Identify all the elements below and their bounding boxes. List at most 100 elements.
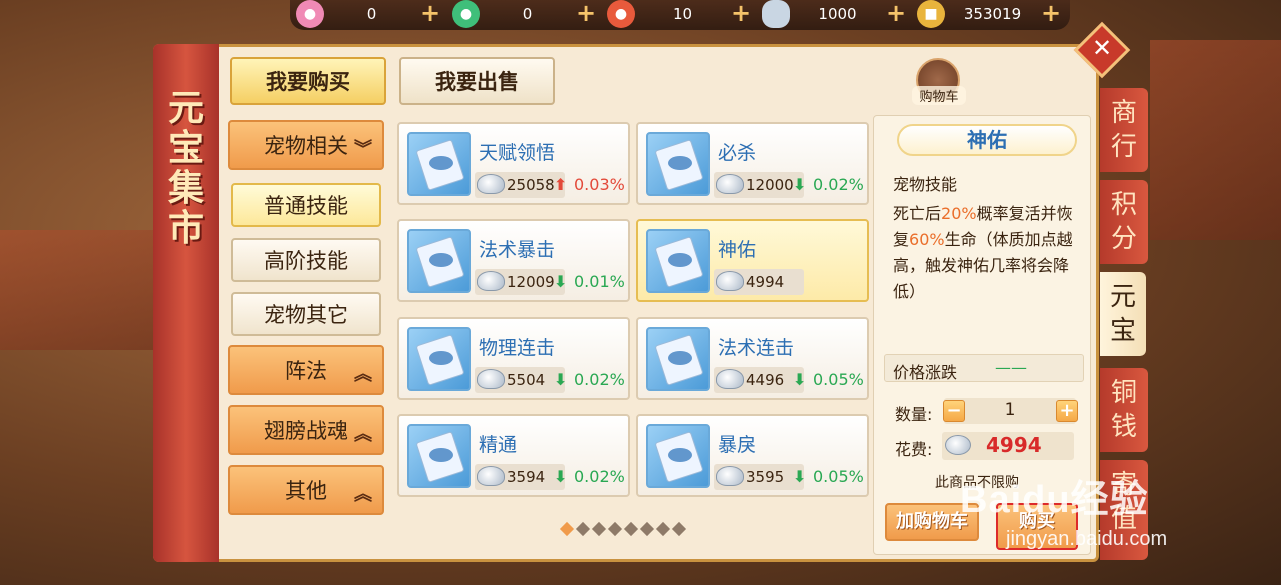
- price-trend-row: 价格涨跌 ——: [884, 354, 1084, 382]
- side-tab-copper[interactable]: 铜钱: [1100, 368, 1148, 452]
- item-price: 3594: [507, 468, 546, 486]
- price-trend-label: 价格涨跌: [893, 363, 958, 382]
- side-tab-yuanbao[interactable]: 元宝: [1100, 272, 1146, 356]
- category-label: 阵法: [285, 359, 327, 383]
- detail-description: 死亡后20%概率复活并恢复60%生命（体质加点越高，触发神佑几率将会降低）: [893, 204, 1073, 301]
- page-dot[interactable]: [639, 521, 655, 537]
- currency-value: 10: [672, 5, 693, 23]
- item-price: 4994: [746, 273, 785, 291]
- currency-pink: ● 0 +: [296, 0, 441, 28]
- category-pet[interactable]: 宠物相关 ︾: [228, 120, 384, 170]
- page-dot[interactable]: [623, 521, 639, 537]
- currency-value: 1000: [818, 5, 857, 23]
- cost-value: 4994: [986, 433, 1042, 457]
- item-card[interactable]: 法术连击 4496 ⬇ 0.05%: [636, 317, 869, 400]
- currency-red: ● 10 +: [607, 0, 752, 28]
- item-card[interactable]: 精通 3594 ⬇ 0.02%: [397, 414, 630, 497]
- add-currency-button[interactable]: +: [730, 1, 752, 25]
- price-trend-value: ——: [995, 358, 1027, 377]
- silver-ingot-icon: [477, 271, 505, 291]
- currency-gold: ■ 353019 +: [917, 0, 1062, 28]
- add-currency-button[interactable]: +: [1040, 1, 1062, 25]
- tab-buy[interactable]: 我要购买: [230, 57, 386, 105]
- pink-pet-coin-icon: ●: [296, 0, 324, 28]
- price-down-arrow-icon: ⬇: [793, 370, 807, 389]
- page-dot[interactable]: [671, 521, 687, 537]
- item-name: 物理连击: [479, 337, 556, 359]
- category-pet-other[interactable]: 宠物其它: [231, 292, 381, 336]
- category-advanced-skill[interactable]: 高阶技能: [231, 238, 381, 282]
- item-price: 5504: [507, 371, 546, 389]
- shopping-cart-label[interactable]: 购物车: [912, 86, 966, 105]
- page-dot[interactable]: [655, 521, 671, 537]
- price-change: 0.02%: [813, 175, 864, 194]
- page-dot[interactable]: [575, 521, 591, 537]
- category-other[interactable]: 其他 ︽: [228, 465, 384, 515]
- item-card[interactable]: 天赋领悟 25058 ⬆ 0.03%: [397, 122, 630, 205]
- price-down-arrow-icon: ⬇: [554, 467, 568, 486]
- close-icon[interactable]: ✕: [1090, 34, 1114, 62]
- price-up-arrow-icon: ⬆: [554, 175, 568, 194]
- item-name: 天赋领悟: [479, 142, 556, 164]
- category-normal-skill[interactable]: 普通技能: [231, 183, 381, 227]
- silver-ingot-icon: [945, 435, 971, 455]
- chevron-up-icon: ︽: [354, 364, 372, 385]
- skill-book-icon: [407, 424, 471, 488]
- category-label: 其他: [285, 479, 327, 503]
- quantity-decrease-button[interactable]: −: [943, 400, 965, 422]
- silver-ingot-icon: [477, 369, 505, 389]
- silver-ingot-icon: [716, 466, 744, 486]
- chevron-up-icon: ︽: [354, 424, 372, 445]
- page-dot[interactable]: [559, 521, 575, 537]
- page-indicator: [559, 521, 687, 537]
- silver-ingot-icon: [477, 174, 505, 194]
- currency-silver: 1000 +: [762, 0, 907, 28]
- price-down-arrow-icon: ⬇: [793, 467, 807, 486]
- item-name: 法术暴击: [479, 239, 556, 261]
- category-wings[interactable]: 翅膀战魂 ︽: [228, 405, 384, 455]
- silver-ingot-icon: [716, 271, 744, 291]
- item-name: 必杀: [718, 142, 757, 164]
- skill-book-icon: [646, 327, 710, 391]
- skill-book-icon: [646, 132, 710, 196]
- skill-book-icon: [407, 229, 471, 293]
- item-name: 暴戾: [718, 434, 757, 456]
- item-price: 12009: [507, 273, 555, 291]
- page-dot[interactable]: [607, 521, 623, 537]
- red-pet-coin-icon: ●: [607, 0, 635, 28]
- item-card[interactable]: 暴戾 3595 ⬇ 0.05%: [636, 414, 869, 497]
- category-label: 宠物相关: [264, 134, 348, 158]
- gold-coin-icon: ■: [917, 0, 945, 28]
- price-down-arrow-icon: ⬇: [793, 175, 807, 194]
- cost-label: 花费:: [895, 440, 933, 459]
- skill-book-icon: [646, 229, 710, 293]
- item-card[interactable]: 法术暴击 12009 ⬇ 0.01%: [397, 219, 630, 302]
- skill-book-icon: [407, 327, 471, 391]
- item-card[interactable]: 必杀 12000 ⬇ 0.02%: [636, 122, 869, 205]
- item-price: 25058: [507, 176, 555, 194]
- chevron-up-icon: ︽: [354, 484, 372, 505]
- watermark-url: jingyan.baidu.com: [1006, 528, 1168, 550]
- price-change: 0.03%: [574, 175, 625, 194]
- add-currency-button[interactable]: +: [575, 1, 597, 25]
- item-card[interactable]: 物理连击 5504 ⬇ 0.02%: [397, 317, 630, 400]
- item-price: 12000: [746, 176, 794, 194]
- side-tab-points[interactable]: 积分: [1100, 180, 1148, 264]
- page-dot[interactable]: [591, 521, 607, 537]
- category-label: 翅膀战魂: [264, 419, 348, 443]
- detail-title: 神佑: [897, 124, 1077, 156]
- background-roof: [0, 230, 160, 350]
- side-tab-trade[interactable]: 商行: [1100, 88, 1148, 172]
- quantity-value[interactable]: 1: [990, 400, 1030, 420]
- quantity-increase-button[interactable]: +: [1056, 400, 1078, 422]
- market-title: 元宝集市: [167, 87, 204, 249]
- item-card[interactable]: 神佑 4994: [636, 219, 869, 302]
- quantity-label: 数量:: [895, 405, 933, 424]
- tab-sell[interactable]: 我要出售: [399, 57, 555, 105]
- category-formation[interactable]: 阵法 ︽: [228, 345, 384, 395]
- add-currency-button[interactable]: +: [885, 1, 907, 25]
- price-change: 0.02%: [574, 467, 625, 486]
- add-currency-button[interactable]: +: [419, 1, 441, 25]
- currency-value: 0: [522, 5, 533, 23]
- item-name: 法术连击: [718, 337, 795, 359]
